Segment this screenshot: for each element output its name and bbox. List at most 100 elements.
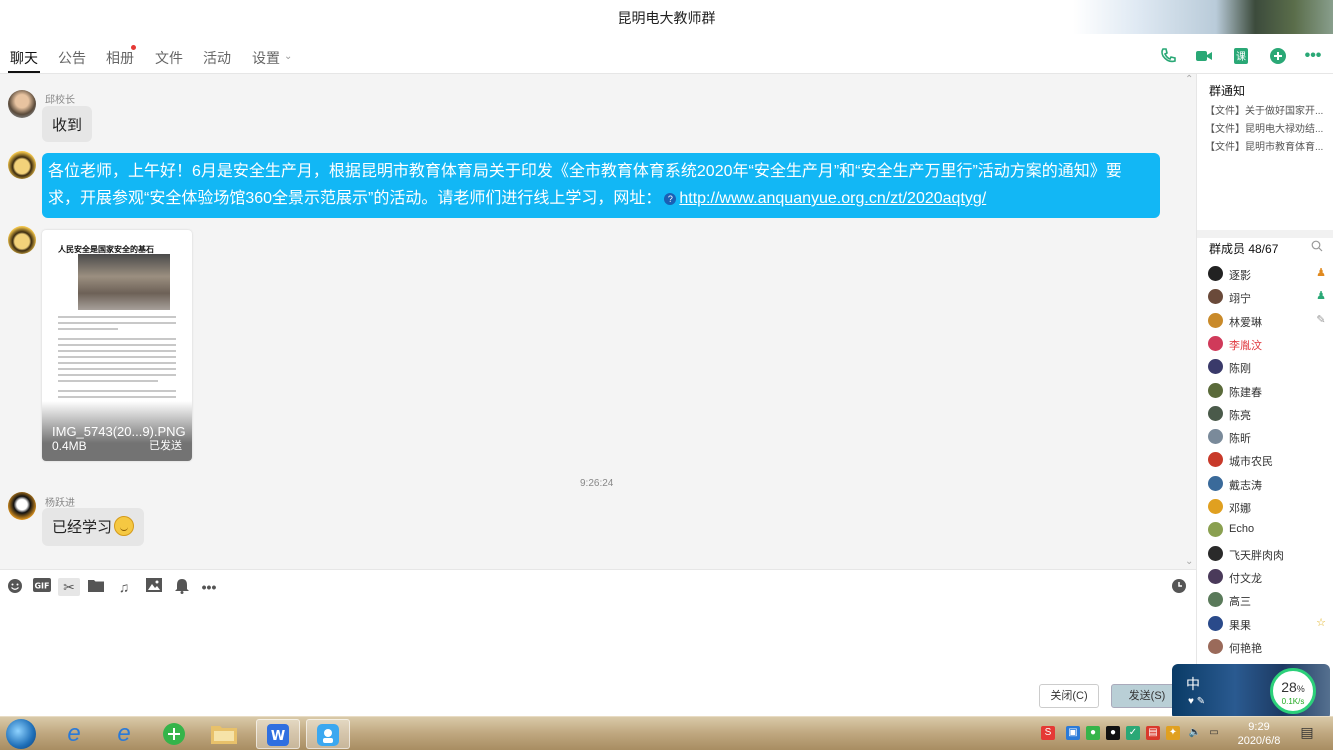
member-avatar	[1208, 452, 1223, 468]
text-line	[58, 350, 176, 352]
scroll-down-icon[interactable]: ⌄	[1185, 556, 1193, 567]
member-item[interactable]: 付文龙	[1208, 567, 1328, 587]
screenshot-scissors-icon[interactable]: ✂	[58, 578, 80, 596]
member-item[interactable]: 戴志涛	[1208, 474, 1328, 494]
video-call-icon[interactable]	[1194, 46, 1214, 66]
qq-group-taskbar-icon[interactable]	[306, 719, 350, 749]
music-icon[interactable]: ♫	[115, 578, 133, 596]
tab-chat[interactable]: 聊天	[10, 48, 38, 68]
link-security-icon: ?	[664, 192, 677, 205]
message-bubble-notice[interactable]: 各位老师，上午好！6月是安全生产月，根据昆明市教育体育局关于印发《全市教育体育系…	[42, 153, 1160, 218]
member-avatar	[1208, 638, 1223, 654]
green-app-taskbar-icon[interactable]	[152, 719, 196, 749]
history-clock-icon[interactable]	[1170, 578, 1188, 596]
member-item[interactable]: 翊宁 ♟	[1208, 287, 1328, 307]
ime-tools-icon[interactable]: ♥ ✎	[1188, 696, 1205, 707]
members-title: 群成员 48/67	[1209, 242, 1279, 256]
network-icon[interactable]: ▭	[1207, 726, 1221, 740]
tab-files[interactable]: 文件	[155, 48, 183, 68]
notification-icon[interactable]: ▤	[1298, 725, 1316, 743]
browser-taskbar-icon[interactable]: e	[102, 719, 146, 749]
text-line	[58, 362, 176, 364]
close-button[interactable]: 关闭(C)	[1039, 684, 1099, 708]
member-avatar	[1208, 289, 1223, 305]
chat-messages: 邱校长 收到 各位老师，上午好！6月是安全生产月，根据昆明市教育体育局关于印发《…	[0, 74, 1196, 569]
chevron-down-icon[interactable]: ⌄	[284, 51, 292, 62]
message-input-area[interactable]: GIF ✂ ♫ ••• 关闭(C) 发送(S)	[0, 569, 1196, 716]
member-avatar	[1208, 312, 1223, 328]
avatar[interactable]	[8, 226, 36, 254]
voice-call-icon[interactable]	[1158, 46, 1178, 66]
system-monitor-widget[interactable]: 中 ♥ ✎ 28% 0.1K/s	[1172, 664, 1330, 720]
emoji-icon[interactable]	[6, 578, 24, 596]
member-item[interactable]: 陈昕	[1208, 427, 1328, 447]
volume-icon[interactable]: 🔈	[1188, 726, 1202, 740]
message-link[interactable]: http://www.anquanyue.org.cn/zt/2020aqtyg…	[679, 190, 986, 207]
folder-icon[interactable]	[87, 578, 105, 596]
start-button[interactable]	[6, 719, 36, 749]
message-bubble[interactable]: 收到	[42, 106, 93, 142]
ime-indicator[interactable]: 中	[1186, 674, 1200, 694]
member-item[interactable]: 果果 ☆	[1208, 614, 1328, 634]
member-item[interactable]: 邓娜	[1208, 497, 1328, 517]
avatar[interactable]	[8, 151, 36, 179]
member-avatar	[1208, 545, 1223, 561]
tray-icon-1[interactable]: ▣	[1066, 726, 1080, 740]
member-avatar	[1208, 475, 1223, 491]
search-icon[interactable]	[1311, 239, 1323, 257]
member-item[interactable]: 林爱琳 ✎	[1208, 311, 1328, 331]
avatar[interactable]	[8, 492, 36, 520]
wps-taskbar-icon[interactable]: W	[256, 719, 300, 749]
member-item[interactable]: Echo	[1208, 520, 1328, 540]
qq-tray-icon[interactable]: ●	[1106, 726, 1120, 740]
member-item[interactable]: 城市农民	[1208, 450, 1328, 470]
member-item[interactable]: 逐影 ♟	[1208, 264, 1328, 284]
notice-item[interactable]: 【文件】关于做好国家开...	[1205, 102, 1323, 117]
member-name: 邓娜	[1229, 503, 1251, 515]
tab-announcement[interactable]: 公告	[58, 48, 86, 68]
add-icon[interactable]	[1268, 46, 1288, 66]
member-name: 陈刚	[1229, 363, 1251, 376]
file-explorer-taskbar-icon[interactable]	[202, 719, 246, 749]
security-tray-icon[interactable]: ✓	[1126, 726, 1140, 740]
member-item[interactable]: 李胤汶	[1208, 334, 1328, 354]
image-message[interactable]: 人民安全是国家安全的基石 IMG_5743(20...9).PNG 0.4MB …	[42, 230, 192, 461]
group-notice-title[interactable]: 群通知	[1209, 82, 1245, 99]
taskbar-clock[interactable]: 9:29 2020/6/8	[1232, 720, 1286, 748]
text-line	[58, 380, 158, 382]
sogou-tray-icon[interactable]: S	[1041, 726, 1055, 740]
message-text-line: 求，开展参观“安全体验场馆360全景示范展示”的活动。请老师们进行线上学习，网址…	[48, 185, 1154, 212]
more-icon[interactable]: •••	[1303, 46, 1323, 66]
smile-emoji-icon	[114, 516, 135, 536]
image-filesize: 0.4MB	[52, 439, 87, 453]
ie-taskbar-icon[interactable]: e	[52, 719, 96, 749]
tab-activity[interactable]: 活动	[203, 48, 231, 68]
scroll-up-icon[interactable]: ⌃	[1185, 74, 1193, 85]
member-item[interactable]: 高三	[1208, 590, 1328, 610]
bell-icon[interactable]	[173, 578, 191, 596]
more-tools-icon[interactable]: •••	[198, 578, 220, 596]
member-item[interactable]: 陈刚	[1208, 357, 1328, 377]
memory-percent: 28%	[1281, 679, 1305, 695]
image-icon[interactable]	[145, 578, 163, 596]
edit-icon: ✎	[1316, 313, 1326, 326]
member-item[interactable]: 飞天胖肉肉	[1208, 544, 1328, 564]
message-bubble[interactable]: 已经学习	[42, 508, 145, 546]
member-item[interactable]: 陈建春	[1208, 381, 1328, 401]
svg-text:W: W	[271, 729, 285, 744]
tray-icon-3[interactable]: ✦	[1166, 726, 1180, 740]
avatar[interactable]	[8, 90, 36, 118]
tab-album[interactable]: 相册	[106, 48, 134, 68]
member-name: 逐影	[1229, 270, 1251, 282]
sender-name: 邱校长	[45, 95, 75, 106]
member-avatar	[1208, 405, 1223, 421]
class-icon[interactable]: 课	[1231, 46, 1251, 66]
tab-settings[interactable]: 设置	[252, 48, 280, 68]
tray-icon-2[interactable]: ▤	[1146, 726, 1160, 740]
notice-item[interactable]: 【文件】昆明市教育体育...	[1205, 138, 1323, 153]
member-item[interactable]: 陈亮	[1208, 404, 1328, 424]
gif-icon[interactable]: GIF	[32, 578, 52, 596]
member-item[interactable]: 何艳艳	[1208, 637, 1328, 657]
notice-item[interactable]: 【文件】昆明电大禄劝结...	[1205, 120, 1323, 135]
wechat-tray-icon[interactable]: ●	[1086, 726, 1100, 740]
